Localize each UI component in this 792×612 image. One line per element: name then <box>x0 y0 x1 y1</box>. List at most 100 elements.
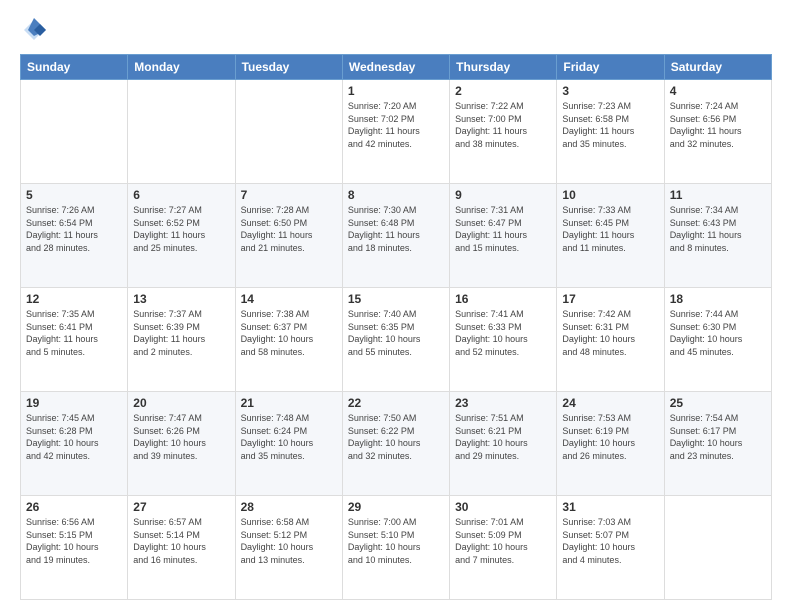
cell-info: Sunrise: 7:45 AM Sunset: 6:28 PM Dayligh… <box>26 412 122 462</box>
calendar-cell: 21 Sunrise: 7:48 AM Sunset: 6:24 PM Dayli… <box>235 392 342 496</box>
calendar-cell: 26 Sunrise: 6:56 AM Sunset: 5:15 PM Dayli… <box>21 496 128 600</box>
cell-info: Sunrise: 7:48 AM Sunset: 6:24 PM Dayligh… <box>241 412 337 462</box>
calendar-cell: 4 Sunrise: 7:24 AM Sunset: 6:56 PM Daylig… <box>664 80 771 184</box>
cell-info: Sunrise: 7:41 AM Sunset: 6:33 PM Dayligh… <box>455 308 551 358</box>
cell-info: Sunrise: 7:34 AM Sunset: 6:43 PM Dayligh… <box>670 204 766 254</box>
day-number: 2 <box>455 84 551 98</box>
day-number: 18 <box>670 292 766 306</box>
cell-info: Sunrise: 7:44 AM Sunset: 6:30 PM Dayligh… <box>670 308 766 358</box>
cell-info: Sunrise: 7:27 AM Sunset: 6:52 PM Dayligh… <box>133 204 229 254</box>
day-number: 26 <box>26 500 122 514</box>
calendar-cell: 19 Sunrise: 7:45 AM Sunset: 6:28 PM Dayli… <box>21 392 128 496</box>
calendar-cell: 28 Sunrise: 6:58 AM Sunset: 5:12 PM Dayli… <box>235 496 342 600</box>
cell-info: Sunrise: 7:26 AM Sunset: 6:54 PM Dayligh… <box>26 204 122 254</box>
calendar-cell: 22 Sunrise: 7:50 AM Sunset: 6:22 PM Dayli… <box>342 392 449 496</box>
logo <box>20 16 52 44</box>
week-row-4: 19 Sunrise: 7:45 AM Sunset: 6:28 PM Dayli… <box>21 392 772 496</box>
cell-info: Sunrise: 7:30 AM Sunset: 6:48 PM Dayligh… <box>348 204 444 254</box>
cell-info: Sunrise: 7:50 AM Sunset: 6:22 PM Dayligh… <box>348 412 444 462</box>
day-number: 12 <box>26 292 122 306</box>
weekday-header-thursday: Thursday <box>450 55 557 80</box>
cell-info: Sunrise: 7:20 AM Sunset: 7:02 PM Dayligh… <box>348 100 444 150</box>
day-number: 15 <box>348 292 444 306</box>
weekday-header-friday: Friday <box>557 55 664 80</box>
calendar-cell <box>128 80 235 184</box>
day-number: 10 <box>562 188 658 202</box>
cell-info: Sunrise: 6:56 AM Sunset: 5:15 PM Dayligh… <box>26 516 122 566</box>
day-number: 30 <box>455 500 551 514</box>
calendar-cell: 13Sunrise: 7:37 AM Sunset: 6:39 PM Dayli… <box>128 288 235 392</box>
cell-info: Sunrise: 7:35 AM Sunset: 6:41 PM Dayligh… <box>26 308 122 358</box>
cell-info: Sunrise: 7:54 AM Sunset: 6:17 PM Dayligh… <box>670 412 766 462</box>
calendar-cell: 2 Sunrise: 7:22 AM Sunset: 7:00 PM Daylig… <box>450 80 557 184</box>
cell-info: Sunrise: 7:01 AM Sunset: 5:09 PM Dayligh… <box>455 516 551 566</box>
cell-info: Sunrise: 7:42 AM Sunset: 6:31 PM Dayligh… <box>562 308 658 358</box>
calendar-cell <box>21 80 128 184</box>
calendar-cell: 15 Sunrise: 7:40 AM Sunset: 6:35 PM Dayli… <box>342 288 449 392</box>
day-number: 21 <box>241 396 337 410</box>
calendar-cell: 1Sunrise: 7:20 AM Sunset: 7:02 PM Daylig… <box>342 80 449 184</box>
day-number: 31 <box>562 500 658 514</box>
calendar-cell: 8 Sunrise: 7:30 AM Sunset: 6:48 PM Daylig… <box>342 184 449 288</box>
calendar-cell: 11 Sunrise: 7:34 AM Sunset: 6:43 PM Dayli… <box>664 184 771 288</box>
weekday-header-monday: Monday <box>128 55 235 80</box>
page: SundayMondayTuesdayWednesdayThursdayFrid… <box>0 0 792 612</box>
calendar-cell: 6 Sunrise: 7:27 AM Sunset: 6:52 PM Daylig… <box>128 184 235 288</box>
calendar-cell: 31 Sunrise: 7:03 AM Sunset: 5:07 PM Dayli… <box>557 496 664 600</box>
day-number: 19 <box>26 396 122 410</box>
day-number: 20 <box>133 396 229 410</box>
cell-info: Sunrise: 7:40 AM Sunset: 6:35 PM Dayligh… <box>348 308 444 358</box>
day-number: 23 <box>455 396 551 410</box>
cell-info: Sunrise: 7:23 AM Sunset: 6:58 PM Dayligh… <box>562 100 658 150</box>
week-row-3: 12 Sunrise: 7:35 AM Sunset: 6:41 PM Dayli… <box>21 288 772 392</box>
day-number: 14 <box>241 292 337 306</box>
weekday-header-row: SundayMondayTuesdayWednesdayThursdayFrid… <box>21 55 772 80</box>
calendar-cell: 18 Sunrise: 7:44 AM Sunset: 6:30 PM Dayli… <box>664 288 771 392</box>
weekday-header-tuesday: Tuesday <box>235 55 342 80</box>
day-number: 9 <box>455 188 551 202</box>
cell-info: Sunrise: 7:53 AM Sunset: 6:19 PM Dayligh… <box>562 412 658 462</box>
cell-info: Sunrise: 7:24 AM Sunset: 6:56 PM Dayligh… <box>670 100 766 150</box>
calendar-cell: 25Sunrise: 7:54 AM Sunset: 6:17 PM Dayli… <box>664 392 771 496</box>
calendar-cell: 16Sunrise: 7:41 AM Sunset: 6:33 PM Dayli… <box>450 288 557 392</box>
day-number: 11 <box>670 188 766 202</box>
day-number: 3 <box>562 84 658 98</box>
cell-info: Sunrise: 7:00 AM Sunset: 5:10 PM Dayligh… <box>348 516 444 566</box>
calendar-cell: 12 Sunrise: 7:35 AM Sunset: 6:41 PM Dayli… <box>21 288 128 392</box>
cell-info: Sunrise: 7:03 AM Sunset: 5:07 PM Dayligh… <box>562 516 658 566</box>
day-number: 5 <box>26 188 122 202</box>
cell-info: Sunrise: 7:22 AM Sunset: 7:00 PM Dayligh… <box>455 100 551 150</box>
day-number: 8 <box>348 188 444 202</box>
day-number: 6 <box>133 188 229 202</box>
calendar-cell <box>235 80 342 184</box>
calendar-cell: 27 Sunrise: 6:57 AM Sunset: 5:14 PM Dayli… <box>128 496 235 600</box>
calendar-cell: 20 Sunrise: 7:47 AM Sunset: 6:26 PM Dayli… <box>128 392 235 496</box>
day-number: 24 <box>562 396 658 410</box>
cell-info: Sunrise: 7:28 AM Sunset: 6:50 PM Dayligh… <box>241 204 337 254</box>
cell-info: Sunrise: 7:47 AM Sunset: 6:26 PM Dayligh… <box>133 412 229 462</box>
cell-info: Sunrise: 7:51 AM Sunset: 6:21 PM Dayligh… <box>455 412 551 462</box>
day-number: 4 <box>670 84 766 98</box>
day-number: 27 <box>133 500 229 514</box>
calendar-cell: 29 Sunrise: 7:00 AM Sunset: 5:10 PM Dayli… <box>342 496 449 600</box>
calendar-cell: 23 Sunrise: 7:51 AM Sunset: 6:21 PM Dayli… <box>450 392 557 496</box>
calendar-cell <box>664 496 771 600</box>
week-row-5: 26 Sunrise: 6:56 AM Sunset: 5:15 PM Dayli… <box>21 496 772 600</box>
calendar-cell: 17 Sunrise: 7:42 AM Sunset: 6:31 PM Dayli… <box>557 288 664 392</box>
cell-info: Sunrise: 6:57 AM Sunset: 5:14 PM Dayligh… <box>133 516 229 566</box>
header <box>20 16 772 44</box>
weekday-header-sunday: Sunday <box>21 55 128 80</box>
day-number: 22 <box>348 396 444 410</box>
day-number: 17 <box>562 292 658 306</box>
calendar-cell: 24 Sunrise: 7:53 AM Sunset: 6:19 PM Dayli… <box>557 392 664 496</box>
cell-info: Sunrise: 6:58 AM Sunset: 5:12 PM Dayligh… <box>241 516 337 566</box>
calendar-cell: 7Sunrise: 7:28 AM Sunset: 6:50 PM Daylig… <box>235 184 342 288</box>
weekday-header-wednesday: Wednesday <box>342 55 449 80</box>
day-number: 28 <box>241 500 337 514</box>
cell-info: Sunrise: 7:31 AM Sunset: 6:47 PM Dayligh… <box>455 204 551 254</box>
calendar-cell: 14Sunrise: 7:38 AM Sunset: 6:37 PM Dayli… <box>235 288 342 392</box>
calendar-cell: 10Sunrise: 7:33 AM Sunset: 6:45 PM Dayli… <box>557 184 664 288</box>
calendar-cell: 3 Sunrise: 7:23 AM Sunset: 6:58 PM Daylig… <box>557 80 664 184</box>
week-row-1: 1Sunrise: 7:20 AM Sunset: 7:02 PM Daylig… <box>21 80 772 184</box>
day-number: 29 <box>348 500 444 514</box>
